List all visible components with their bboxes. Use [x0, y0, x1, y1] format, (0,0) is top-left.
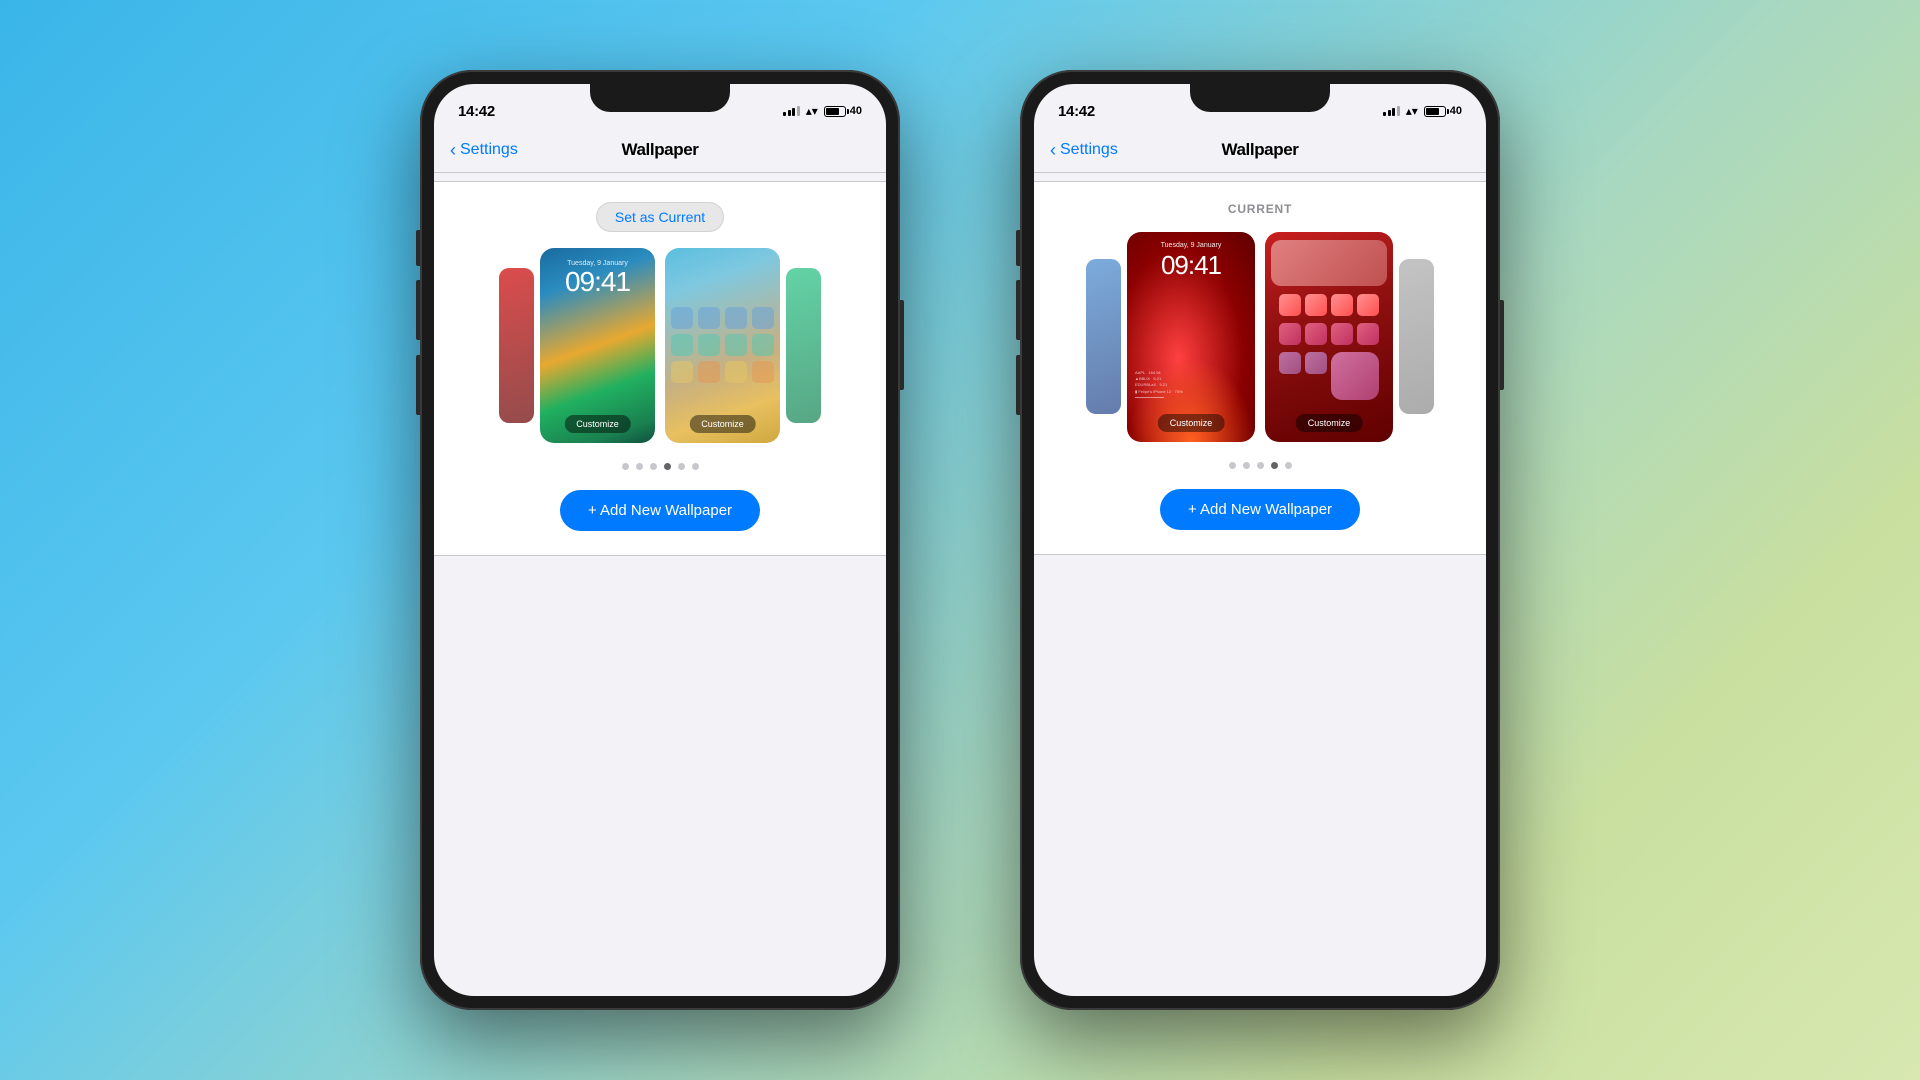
side-peek-left-2	[1086, 259, 1121, 414]
home-screen-preview-left[interactable]: Customize	[665, 248, 780, 443]
status-time-left: 14:42	[458, 103, 495, 120]
dot-5	[678, 463, 685, 470]
dot-2	[636, 463, 643, 470]
phone-notch-left	[590, 84, 730, 112]
lock-screen-preview-left[interactable]: Tuesday, 9 January 09:41 Customize	[540, 248, 655, 443]
battery-icon-right: 40	[1424, 105, 1462, 117]
page-dots-right	[1229, 462, 1292, 469]
dot-1	[622, 463, 629, 470]
current-label: CURRENT	[1228, 202, 1292, 216]
add-wallpaper-button-left[interactable]: + Add New Wallpaper	[560, 490, 760, 531]
phone-left: 14:42 ▴▾ 40 ‹ Settings	[420, 70, 900, 1010]
phone-notch-right	[1190, 84, 1330, 112]
home-screen-preview-right[interactable]: Customize	[1265, 232, 1393, 442]
wallpaper-previews-left: Tuesday, 9 January 09:41 Customize	[540, 248, 780, 443]
phone-left-screen: 14:42 ▴▾ 40 ‹ Settings	[434, 84, 886, 996]
side-peek-right-1	[786, 268, 821, 423]
wallpaper-card-left: Set as Current Tuesday, 9 January 09:41 …	[434, 181, 886, 556]
dot-3	[650, 463, 657, 470]
rdot-4-active	[1271, 462, 1278, 469]
wifi-icon-right: ▴▾	[1406, 104, 1418, 118]
customize-btn-lockscreen-left[interactable]: Customize	[564, 415, 631, 433]
lock-time-right: 09:41	[1161, 251, 1221, 280]
back-button-right[interactable]: ‹ Settings	[1050, 141, 1118, 159]
back-label-left: Settings	[460, 141, 518, 159]
battery-label-left: 40	[850, 105, 862, 117]
back-arrow-right: ‹	[1050, 141, 1056, 159]
customize-btn-homescreen-left[interactable]: Customize	[689, 415, 756, 433]
rdot-5	[1285, 462, 1292, 469]
status-icons-right: ▴▾ 40	[1383, 104, 1462, 118]
lock-screen-preview-right[interactable]: Tuesday, 9 January 09:41 AAPL 164.94 ▲BB…	[1127, 232, 1255, 442]
status-time-right: 14:42	[1058, 103, 1095, 120]
rdot-2	[1243, 462, 1250, 469]
rdot-1	[1229, 462, 1236, 469]
lock-stats-right: AAPL 164.94 ▲BBLiX 5.21 EDURBLaX 5.21 ▮ …	[1135, 370, 1183, 402]
phone-right: 14:42 ▴▾ 40 ‹ Settings	[1020, 70, 1500, 1010]
wallpaper-card-right: CURRENT Tuesday, 9 January 09:41 AAPL 16…	[1034, 181, 1486, 555]
wallpaper-previews-right: Tuesday, 9 January 09:41 AAPL 164.94 ▲BB…	[1127, 232, 1393, 442]
lock-date-right: Tuesday, 9 January	[1161, 242, 1222, 249]
nav-title-left: Wallpaper	[621, 140, 698, 160]
customize-btn-homescreen-right[interactable]: Customize	[1296, 414, 1363, 432]
rdot-3	[1257, 462, 1264, 469]
side-peek-left-1	[499, 268, 534, 423]
lock-time-left: 09:41	[565, 268, 630, 296]
page-dots-left	[622, 463, 699, 470]
phone-right-screen: 14:42 ▴▾ 40 ‹ Settings	[1034, 84, 1486, 996]
wifi-icon-left: ▴▾	[806, 104, 818, 118]
side-peek-right-2	[1399, 259, 1434, 414]
battery-icon-left: 40	[824, 105, 862, 117]
nav-title-right: Wallpaper	[1221, 140, 1298, 160]
back-arrow-left: ‹	[450, 141, 456, 159]
back-button-left[interactable]: ‹ Settings	[450, 141, 518, 159]
status-icons-left: ▴▾ 40	[783, 104, 862, 118]
dot-4-active	[664, 463, 671, 470]
nav-bar-right: ‹ Settings Wallpaper	[1034, 128, 1486, 172]
dot-6	[692, 463, 699, 470]
customize-btn-lockscreen-right[interactable]: Customize	[1158, 414, 1225, 432]
signal-icon-left	[783, 106, 800, 116]
battery-label-right: 40	[1450, 105, 1462, 117]
nav-bar-left: ‹ Settings Wallpaper	[434, 128, 886, 172]
signal-icon-right	[1383, 106, 1400, 116]
add-wallpaper-button-right[interactable]: + Add New Wallpaper	[1160, 489, 1360, 530]
set-as-current-badge[interactable]: Set as Current	[596, 202, 724, 232]
back-label-right: Settings	[1060, 141, 1118, 159]
